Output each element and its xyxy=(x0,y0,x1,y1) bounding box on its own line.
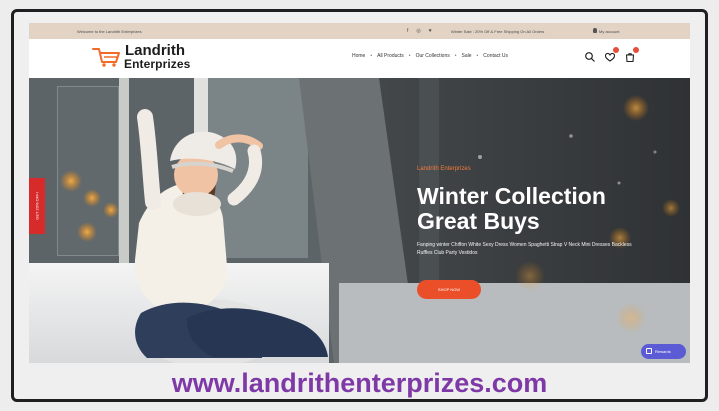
menu-separator: • xyxy=(370,53,373,59)
account-link[interactable]: My account xyxy=(593,28,620,34)
website-preview: Welcome to the Landrith Enterprizes f ◎ … xyxy=(29,23,690,363)
menu-our-collections[interactable]: Our Collections xyxy=(416,53,450,59)
menu-separator: • xyxy=(408,53,411,59)
hero-brand: Landrith Enterprizes xyxy=(417,166,471,172)
instagram-icon[interactable]: ◎ xyxy=(416,28,420,34)
hero-title: Winter Collection Great Buys xyxy=(417,184,644,234)
discount-side-tab-label: GET 20% OFF! xyxy=(34,192,40,220)
menu-home[interactable]: Home xyxy=(352,53,365,59)
hero-title-line-1: Winter Collection xyxy=(417,183,606,209)
user-icon xyxy=(593,28,597,33)
menu-separator: • xyxy=(454,53,457,59)
menu-all-products[interactable]: All Products xyxy=(377,53,404,59)
wishlist-icon[interactable] xyxy=(604,47,619,62)
brand-logo[interactable]: Landrith Enterprizes xyxy=(92,42,207,72)
cart-badge xyxy=(633,47,639,53)
discount-side-tab[interactable]: GET 20% OFF! xyxy=(29,178,45,234)
welcome-message: Welcome to the Landrith Enterprizes xyxy=(77,29,142,34)
menu-contact-us[interactable]: Contact Us xyxy=(483,53,508,59)
cart-logo-icon xyxy=(92,48,120,67)
cart-icon[interactable] xyxy=(624,47,639,63)
gift-icon xyxy=(646,348,652,354)
account-label: My account xyxy=(599,29,620,34)
header-actions xyxy=(584,47,639,63)
screenshot-frame: Welcome to the Landrith Enterprizes f ◎ … xyxy=(11,9,708,402)
social-links: f ◎ ♥ xyxy=(407,28,432,34)
wishlist-badge xyxy=(613,47,619,53)
website-url-caption: www.landrithenterprizes.com xyxy=(171,368,548,398)
promo-text: Winter Sale : 20% Off & Free Shipping On… xyxy=(451,29,545,34)
menu-separator: • xyxy=(476,53,479,59)
hero-copy: Landrith Enterprizes Winter Collection G… xyxy=(417,166,644,257)
hero-description: Fanping winter Chiffon White Sexy Dress … xyxy=(417,242,632,256)
menu-sale[interactable]: Sale xyxy=(462,53,472,59)
shop-now-button[interactable]: SHOP NOW xyxy=(417,280,481,299)
logo-line-2: Enterprizes xyxy=(124,57,191,71)
hero-title-line-2: Great Buys xyxy=(417,208,540,234)
search-icon[interactable] xyxy=(584,50,596,62)
top-announcement-bar: Welcome to the Landrith Enterprizes f ◎ … xyxy=(29,23,690,39)
rewards-widget[interactable]: Rewards xyxy=(641,344,686,359)
hero-banner: GET 20% OFF! Landrith Enterprizes Winter… xyxy=(29,78,690,363)
rewards-label: Rewards xyxy=(655,349,671,354)
main-navigation: Landrith Enterprizes Home • All Products… xyxy=(29,39,690,78)
pinterest-icon[interactable]: ♥ xyxy=(429,28,432,34)
main-menu: Home • All Products • Our Collections • … xyxy=(352,53,508,59)
facebook-icon[interactable]: f xyxy=(407,28,408,34)
